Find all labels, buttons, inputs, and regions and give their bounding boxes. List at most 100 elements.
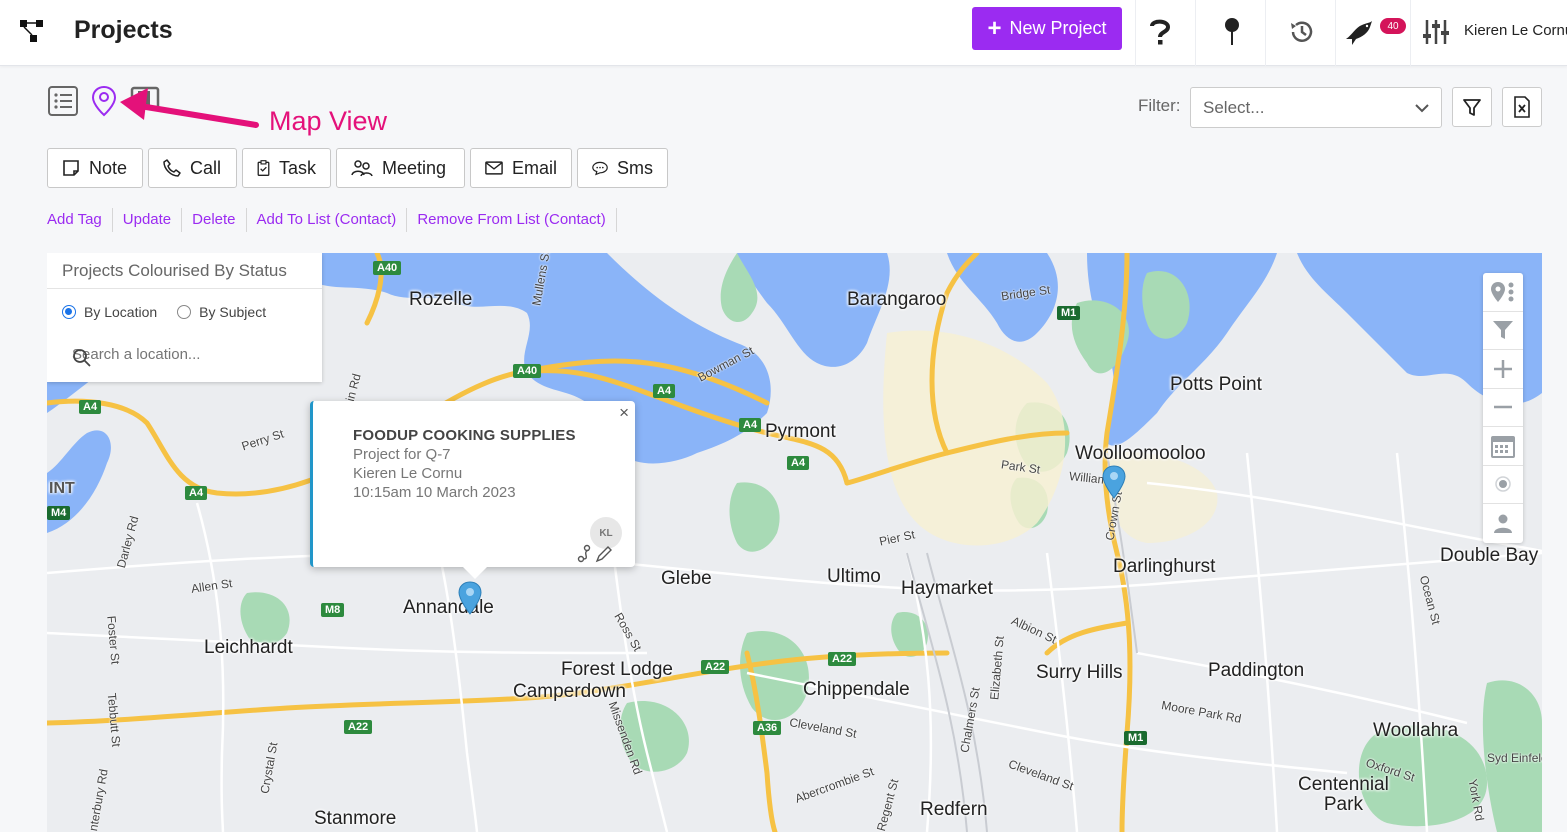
route-icon[interactable] (577, 544, 591, 563)
divider (1195, 0, 1196, 66)
user-icon (1494, 514, 1512, 534)
map-view-pin-icon[interactable] (87, 84, 121, 118)
delete-link[interactable]: Delete (182, 208, 247, 232)
map-label-forest-lodge: Forest Lodge (561, 659, 673, 680)
new-project-label: New Project (1009, 18, 1107, 38)
map-label-double-bay: Double Bay (1440, 545, 1539, 566)
road-shield: M8 (321, 603, 345, 617)
pin-list-icon (1491, 281, 1514, 302)
radio-checked-icon[interactable] (62, 305, 76, 319)
filter-select-value: Select... (1203, 97, 1265, 117)
filter-funnel-button[interactable] (1452, 87, 1492, 127)
envelope-icon (485, 161, 503, 175)
road-shield: A4 (79, 400, 102, 414)
map-label-woolloomooloo: Woolloomooloo (1075, 443, 1206, 464)
email-button[interactable]: Email (470, 148, 572, 188)
map-label-ultimo: Ultimo (827, 566, 881, 587)
map-controls (1483, 273, 1523, 543)
road-shield: A4 (185, 486, 208, 500)
road-shield: A22 (701, 660, 730, 674)
history-icon[interactable] (1282, 12, 1322, 52)
road-shield: A40 (373, 261, 402, 275)
task-button[interactable]: Task (242, 148, 331, 188)
bird-notifications-icon[interactable] (1340, 12, 1380, 52)
project-info-popup: × FOODUP COOKING SUPPLIES Project for Q-… (310, 401, 635, 579)
map-label-stanmore: Stanmore (314, 808, 397, 829)
chevron-down-icon (1415, 103, 1429, 112)
road-shield: A4 (653, 384, 676, 398)
road-shield: A22 (344, 720, 373, 734)
list-view-icon[interactable] (46, 84, 80, 118)
map-label-centennial-park: Centennial Park (1298, 774, 1389, 815)
by-location-radio[interactable]: By Location (62, 304, 157, 320)
plus-icon: + (987, 14, 1002, 42)
help-icon[interactable] (1140, 12, 1180, 52)
update-link[interactable]: Update (113, 208, 183, 232)
map-ctrl-calendar[interactable] (1483, 427, 1523, 466)
top-bar: Projects + New Project 40 Kieren Le Corn… (0, 0, 1567, 66)
filter-label: Filter: (1138, 96, 1181, 115)
divider (1265, 0, 1266, 66)
meeting-button[interactable]: Meeting (336, 148, 465, 188)
plus-icon (1494, 359, 1512, 378)
bulk-actions-links: Add Tag Update Delete Add To List (Conta… (47, 208, 617, 232)
call-label: Call (190, 157, 222, 178)
map-ctrl-user[interactable] (1483, 504, 1523, 543)
sms-button[interactable]: Sms (577, 148, 668, 188)
funnel-icon (1493, 321, 1513, 340)
popup-actions-icons (577, 544, 612, 563)
filter-select[interactable]: Select... (1190, 87, 1442, 128)
map-label-redfern: Redfern (920, 799, 988, 820)
settings-sliders-icon[interactable] (1416, 12, 1456, 52)
close-icon[interactable]: × (619, 403, 629, 423)
zoom-in-button[interactable] (1483, 350, 1523, 389)
annotation-map-view-label: Map View (269, 106, 388, 136)
location-search-input[interactable] (72, 341, 302, 367)
divider (1335, 0, 1336, 66)
popup-project-description: Project for Q-7 (353, 446, 451, 463)
action-toolbar: Note Call Task Meeting Email Sms (47, 148, 668, 188)
divider (1135, 0, 1136, 66)
sms-icon (592, 161, 608, 176)
radio-unchecked-icon[interactable] (177, 305, 192, 319)
my-location-button[interactable] (1483, 466, 1523, 504)
street-label: Syd Einfeld (1487, 751, 1542, 765)
map-ctrl-pins[interactable] (1483, 273, 1523, 312)
map-label-barangaroo: Barangaroo (847, 289, 947, 310)
call-button[interactable]: Call (148, 148, 237, 188)
map-label-int: INT (49, 480, 75, 497)
by-subject-radio[interactable]: By Subject (177, 304, 266, 320)
map-pin-icon[interactable] (458, 581, 482, 615)
road-shield: A4 (739, 418, 762, 432)
map-canvas[interactable]: Rozelle Barangaroo Potts Point Pyrmont W… (47, 253, 1542, 832)
app-logo-icon[interactable] (20, 18, 50, 46)
road-shield: A40 (513, 364, 542, 378)
road-shield: M4 (47, 506, 71, 520)
note-button[interactable]: Note (47, 148, 143, 188)
clipboard-icon (257, 160, 270, 176)
map-label-rozelle: Rozelle (409, 289, 473, 310)
user-name[interactable]: Kieren Le Cornu (1464, 22, 1567, 39)
add-tag-link[interactable]: Add Tag (47, 208, 113, 232)
colourise-mode-radio-group: By Location By Subject (62, 304, 266, 320)
add-to-list-link[interactable]: Add To List (Contact) (247, 208, 408, 232)
new-project-button[interactable]: + New Project (972, 7, 1122, 50)
divider (1410, 0, 1411, 66)
map-pin-icon[interactable] (1102, 465, 1126, 499)
road-shield: A4 (787, 456, 810, 470)
edit-pencil-icon[interactable] (595, 546, 612, 563)
road-shield: M1 (1057, 306, 1081, 320)
map-ctrl-filter[interactable] (1483, 312, 1523, 350)
zoom-out-button[interactable] (1483, 389, 1523, 427)
map-label-haymarket: Haymarket (901, 578, 993, 599)
popup-project-name[interactable]: FOODUP COOKING SUPPLIES (353, 427, 576, 444)
map-label-pyrmont: Pyrmont (765, 421, 836, 442)
map-panel-title: Projects Colourised By Status (47, 253, 322, 289)
minus-icon (1494, 406, 1512, 409)
map-label-paddington: Paddington (1208, 660, 1305, 681)
remove-from-list-link[interactable]: Remove From List (Contact) (407, 208, 617, 232)
excel-file-icon (1514, 96, 1530, 118)
pushpin-icon[interactable] (1212, 12, 1252, 52)
map-label-camperdown: Camperdown (513, 681, 626, 702)
export-excel-button[interactable] (1502, 87, 1542, 127)
